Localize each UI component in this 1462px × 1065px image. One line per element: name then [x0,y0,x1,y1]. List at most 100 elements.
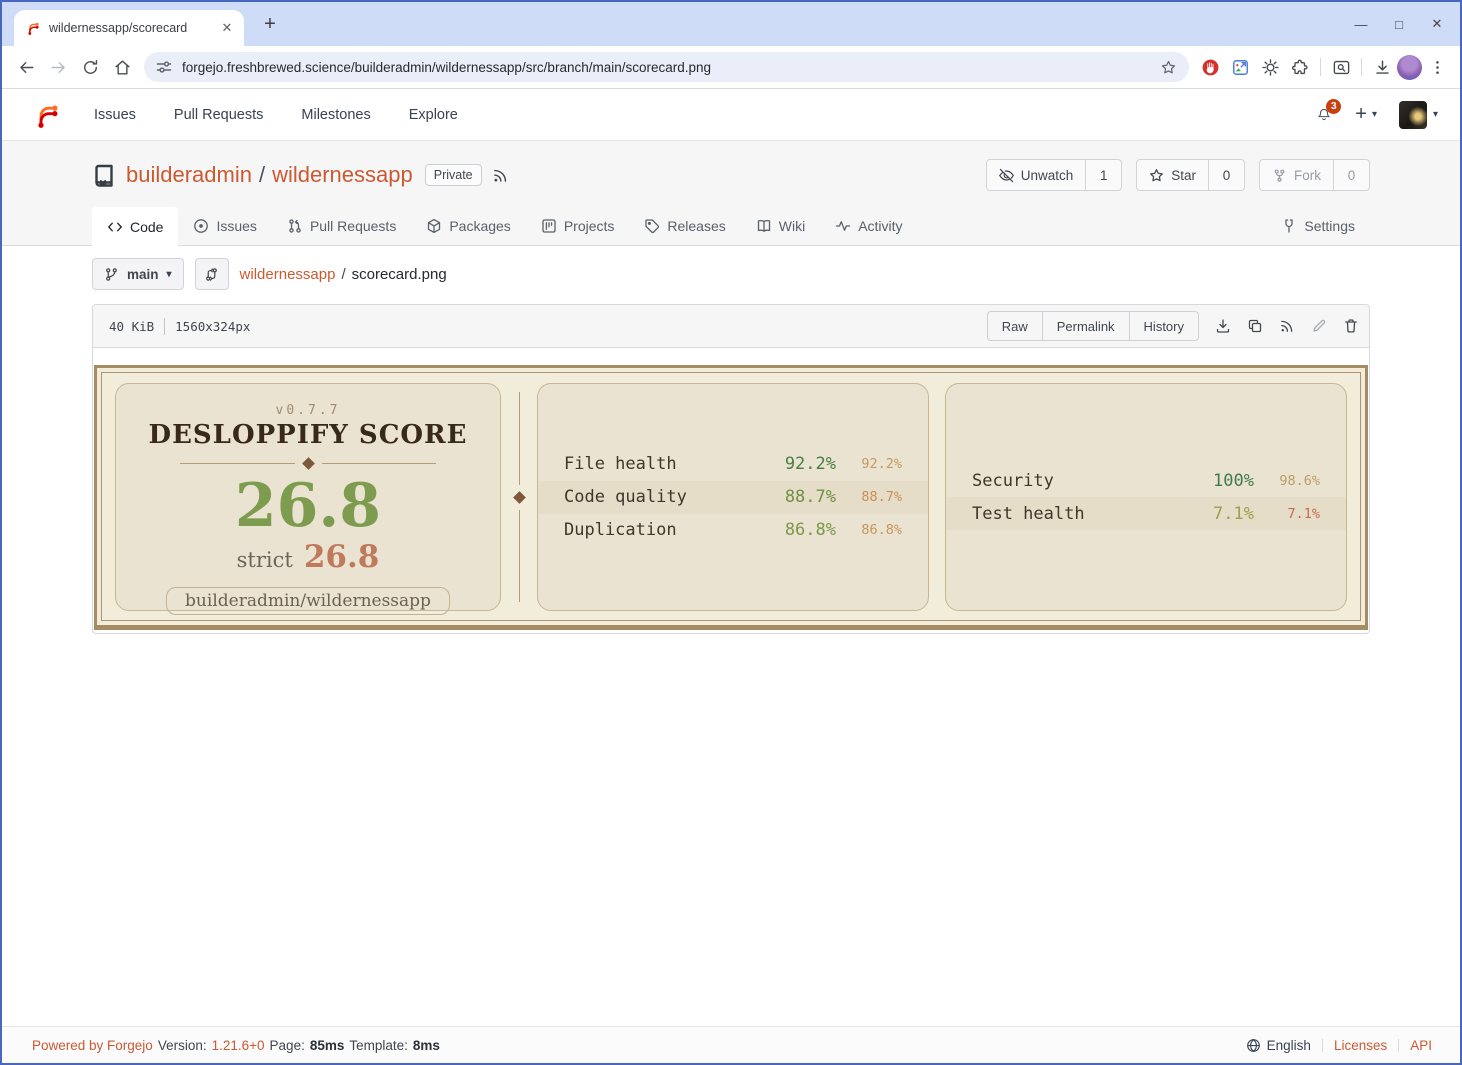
stars-count[interactable]: 0 [1209,159,1245,191]
scorecard-version: v0.7.7 [116,403,500,418]
image-dimensions: 1560x324px [175,319,250,334]
strict-label: strict [237,548,293,572]
tab-projects[interactable]: Projects [526,207,630,245]
unwatch-button[interactable]: Unwatch [986,159,1087,191]
breadcrumb-repo-link[interactable]: wildernessapp [240,266,336,283]
tab-label: Releases [667,218,725,234]
back-button[interactable] [10,51,42,83]
fork-icon [1272,168,1287,183]
close-button[interactable]: ✕ [1424,11,1450,37]
repo-tab-bar: Code Issues Pull Requests Packages Proje… [92,207,1370,245]
pull-request-icon [287,218,303,234]
tab-settings[interactable]: Settings [1266,207,1370,245]
minimize-button[interactable]: — [1348,11,1374,37]
metric-value: 92.2% [740,454,836,474]
user-avatar[interactable] [1399,101,1427,129]
breadcrumb-separator: / [341,266,345,283]
settings-gear-extension-icon[interactable] [1255,52,1285,82]
api-link[interactable]: API [1410,1038,1432,1053]
reload-button[interactable] [74,51,106,83]
edit-file-icon[interactable] [1311,318,1327,334]
home-button[interactable] [106,51,138,83]
download-file-icon[interactable] [1215,318,1231,334]
version-value-link[interactable]: 1.21.6+0 [212,1038,265,1053]
metric-secondary-value: 7.1% [1254,506,1320,522]
eye-slash-icon [999,168,1014,183]
tab-activity[interactable]: Activity [820,207,917,245]
footer-separator [1398,1039,1399,1052]
adblock-extension-icon[interactable] [1195,52,1225,82]
unwatch-label: Unwatch [1021,168,1074,183]
visibility-badge: Private [425,164,482,186]
wiki-book-icon [756,218,772,234]
bookmark-star-icon[interactable] [1160,59,1177,76]
compare-button[interactable] [195,258,229,290]
tab-packages[interactable]: Packages [411,207,525,245]
forgejo-footer: Powered by Forgejo Version: 1.21.6+0 Pag… [2,1026,1460,1063]
new-tab-button[interactable]: + [256,10,284,38]
nav-item-explore[interactable]: Explore [409,107,458,123]
nav-item-milestones[interactable]: Milestones [301,107,370,123]
extensions-puzzle-icon[interactable] [1285,52,1315,82]
file-size: 40 KiB [109,319,154,334]
maximize-button[interactable]: □ [1386,11,1412,37]
tab-label: Packages [449,218,510,234]
watchers-count[interactable]: 1 [1086,159,1122,191]
browser-profile-avatar[interactable] [1397,55,1422,80]
address-bar[interactable]: forgejo.freshbrewed.science/builderadmin… [144,52,1189,82]
forgejo-logo[interactable] [32,100,62,130]
fork-button[interactable]: Fork [1259,159,1334,191]
tab-pull-requests[interactable]: Pull Requests [272,207,411,245]
repository-icon [92,163,116,187]
browser-tab[interactable]: wildernessapp/scorecard ✕ [14,10,244,46]
history-button[interactable]: History [1130,311,1199,341]
user-menu[interactable]: ▾ [1399,101,1438,129]
scorecard-metrics-panel-right: Security 100% 98.6% Test health 7.1% 7.1… [945,383,1347,611]
version-label: Version: [158,1038,207,1053]
strict-score: 26.8 [304,539,380,575]
rss-feed-icon[interactable] [1279,318,1295,334]
scorecard-main-score: 26.8 [116,478,500,535]
window-controls: — □ ✕ [1348,11,1460,37]
tab-label: Issues [216,218,256,234]
notifications-bell-icon[interactable]: 3 [1315,106,1333,124]
licenses-link[interactable]: Licenses [1334,1038,1387,1053]
browser-menu-kebab-icon[interactable] [1422,52,1452,82]
delete-file-icon[interactable] [1343,318,1359,334]
nav-item-pull-requests[interactable]: Pull Requests [174,107,263,123]
tab-search-icon[interactable] [1326,52,1356,82]
tab-close-icon[interactable]: ✕ [218,19,236,37]
create-new-button[interactable]: + ▾ [1355,103,1377,126]
activity-pulse-icon [835,218,851,234]
page-time-label: Page: [270,1038,305,1053]
tab-code[interactable]: Code [92,207,178,246]
repo-owner-link[interactable]: builderadmin [126,162,252,188]
nav-item-issues[interactable]: Issues [94,107,136,123]
tab-releases[interactable]: Releases [629,207,740,245]
star-button[interactable]: Star [1136,159,1209,191]
downloads-icon[interactable] [1367,52,1397,82]
site-settings-icon[interactable] [156,59,172,75]
fork-label: Fork [1294,168,1321,183]
main-content: main ▾ wildernessapp / scorecard.png 40 … [2,246,1460,1026]
fork-button-group: Fork 0 [1259,159,1370,191]
language-selector[interactable]: English [1246,1038,1311,1053]
metric-value: 100% [1158,471,1254,491]
tab-issues[interactable]: Issues [178,207,271,245]
forks-count[interactable]: 0 [1334,159,1370,191]
powered-by-link[interactable]: Powered by Forgejo [32,1038,153,1053]
raw-button[interactable]: Raw [987,311,1043,341]
permalink-button[interactable]: Permalink [1043,311,1130,341]
forward-button[interactable] [42,51,74,83]
tab-label: Wiki [779,218,805,234]
issue-icon [193,218,209,234]
repo-name-link[interactable]: wildernessapp [272,162,413,188]
url-text[interactable]: forgejo.freshbrewed.science/builderadmin… [182,60,1150,75]
scorecard-image: v0.7.7 DESLOPPIFY SCORE 26.8 strict26.8 … [94,365,1368,630]
copy-path-icon[interactable] [1247,318,1263,334]
tab-wiki[interactable]: Wiki [741,207,820,245]
branch-selector[interactable]: main ▾ [92,258,184,290]
screenshot-extension-icon[interactable] [1225,52,1255,82]
toolbar-separator [1361,58,1362,76]
rss-icon[interactable] [492,167,509,184]
